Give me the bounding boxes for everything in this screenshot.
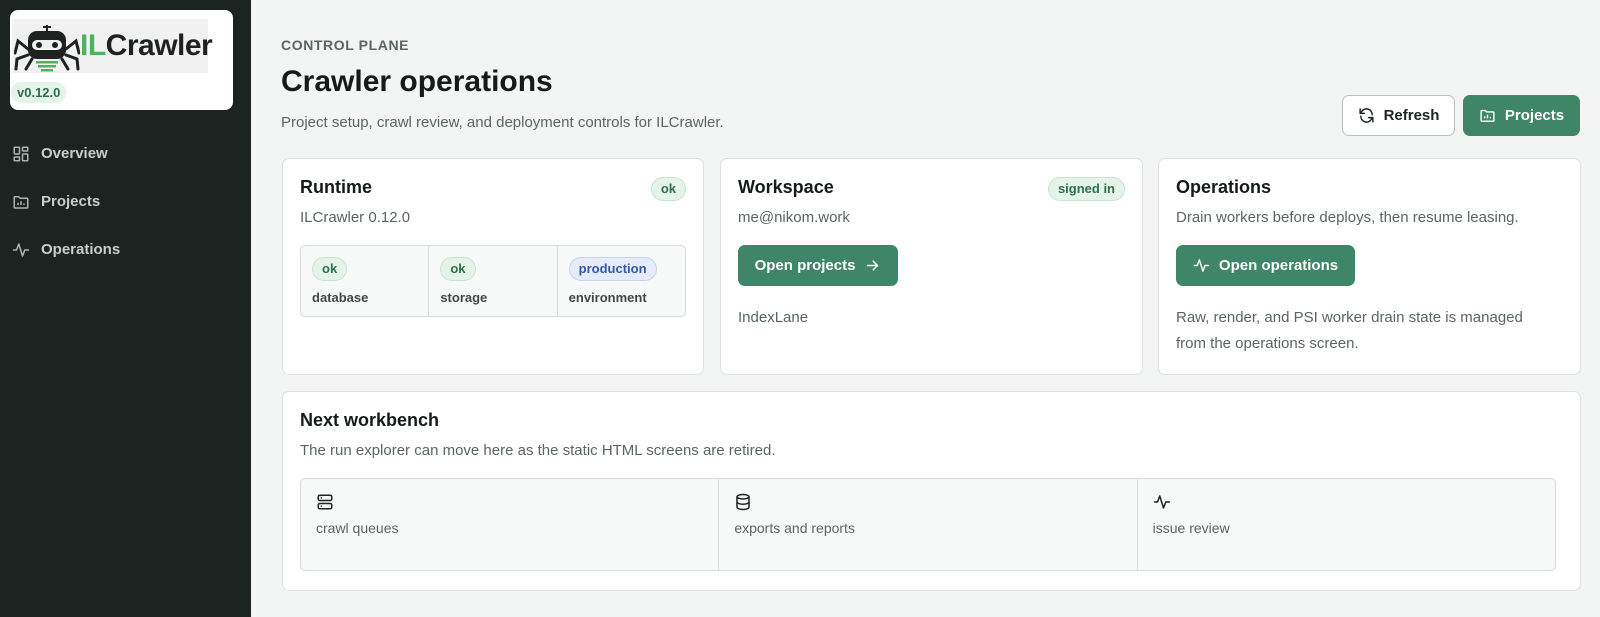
sidebar: ILCrawler v0.12.0 Overview Projects Oper…: [0, 0, 251, 617]
sidebar-item-label: Operations: [41, 241, 121, 258]
operations-note-line2: from the operations screen.: [1176, 335, 1359, 352]
workspace-email: me@nikom.work: [738, 209, 850, 226]
activity-icon: [12, 243, 30, 257]
brand-card: ILCrawler v0.12.0: [10, 10, 233, 110]
workbench-item-crawl-queues: crawl queues: [301, 479, 720, 570]
open-projects-button[interactable]: Open projects: [738, 245, 898, 286]
sidebar-item-label: Projects: [41, 193, 101, 210]
workbench-title: Next workbench: [300, 410, 440, 430]
refresh-icon: [1358, 108, 1374, 123]
stat-label: environment: [568, 290, 647, 305]
sidebar-item-projects[interactable]: Projects: [0, 184, 251, 220]
stat-value-badge: ok: [440, 257, 476, 281]
page-title: Crawler operations: [281, 65, 553, 98]
open-projects-label: Open projects: [754, 257, 856, 274]
projects-button-label: Projects: [1504, 107, 1565, 124]
stat-label: storage: [440, 290, 488, 305]
workbench-items: crawl queues exports and reports issue r…: [300, 478, 1556, 571]
runtime-card: Runtime ok ILCrawler 0.12.0 ok database …: [282, 158, 704, 375]
robot-logo-icon: [14, 25, 80, 72]
workbench-item-exports: exports and reports: [719, 479, 1138, 570]
stat-storage: ok storage: [429, 246, 558, 316]
activity-icon: [1153, 495, 1170, 509]
runtime-version: ILCrawler 0.12.0: [300, 209, 411, 226]
workbench-item-label: crawl queues: [316, 520, 399, 536]
workbench-item-issue-review: issue review: [1138, 479, 1555, 570]
stat-environment: production environment: [558, 246, 685, 316]
operations-description: Drain workers before deploys, then resum…: [1176, 209, 1519, 226]
main-content: CONTROL PLANE Crawler operations Project…: [251, 0, 1600, 617]
workspace-card: Workspace signed in me@nikom.work Open p…: [720, 158, 1143, 375]
operations-note: Raw, render, and PSI worker drain state …: [1176, 305, 1523, 357]
operations-note-line1: Raw, render, and PSI worker drain state …: [1176, 309, 1523, 326]
sidebar-item-overview[interactable]: Overview: [0, 136, 251, 172]
workbench-item-label: issue review: [1152, 520, 1230, 536]
workspace-status-badge: signed in: [1047, 177, 1125, 201]
activity-icon: [1193, 259, 1210, 272]
folder-icon: [1480, 109, 1495, 122]
stat-database: ok database: [301, 246, 430, 316]
version-badge: v0.12.0: [11, 82, 67, 103]
logo-text-rest: Crawler: [105, 29, 213, 62]
runtime-status-badge: ok: [650, 177, 686, 201]
folder-icon: [13, 196, 29, 209]
workspace-title: Workspace: [738, 177, 834, 197]
arrow-right-icon: [867, 260, 879, 271]
page-subtitle: Project setup, crawl review, and deploym…: [281, 114, 724, 131]
stat-value-badge: ok: [312, 257, 348, 281]
runtime-stats: ok database ok storage production enviro…: [300, 245, 686, 317]
operations-title: Operations: [1176, 177, 1272, 197]
stat-value-badge: production: [568, 257, 657, 281]
sidebar-item-label: Overview: [41, 145, 108, 162]
logo-text-accent: IL: [80, 29, 106, 62]
sidebar-item-operations[interactable]: Operations: [0, 232, 251, 268]
projects-button[interactable]: Projects: [1463, 95, 1580, 136]
operations-card: Operations Drain workers before deploys,…: [1158, 158, 1581, 375]
runtime-title: Runtime: [300, 177, 372, 197]
grid-icon: [13, 146, 29, 162]
logo[interactable]: ILCrawler: [12, 19, 213, 73]
workbench-description: The run explorer can move here as the st…: [300, 442, 776, 459]
open-operations-label: Open operations: [1218, 257, 1339, 274]
open-operations-button[interactable]: Open operations: [1176, 245, 1355, 286]
refresh-button-label: Refresh: [1383, 107, 1440, 124]
stat-label: database: [312, 290, 369, 305]
server-icon: [317, 494, 333, 510]
workbench-card: Next workbench The run explorer can move…: [282, 391, 1581, 591]
database-icon: [736, 493, 751, 511]
workspace-org: IndexLane: [738, 309, 809, 326]
refresh-button[interactable]: Refresh: [1342, 95, 1455, 136]
workbench-item-label: exports and reports: [734, 520, 855, 536]
logo-wordmark: ILCrawler: [80, 29, 213, 63]
section-eyebrow: CONTROL PLANE: [281, 37, 410, 53]
